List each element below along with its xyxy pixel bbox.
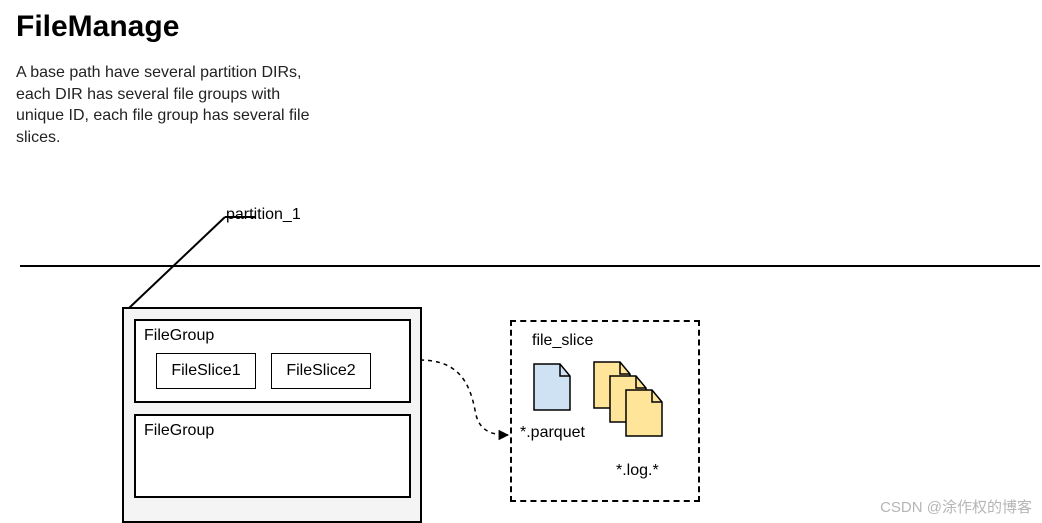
partition-container: FileGroup FileSlice1 FileSlice2 FileGrou…	[122, 307, 422, 523]
filegroup-label: FileGroup	[144, 327, 214, 345]
fileslice-box: FileSlice2	[271, 353, 371, 389]
diagram-title: FileManage	[16, 10, 179, 44]
log-label: *.log.*	[616, 462, 659, 480]
fileslice-detail-title: file_slice	[532, 332, 593, 350]
log-files-icon	[592, 360, 672, 440]
arrow-fileslice-to-detail	[420, 355, 520, 445]
filegroup-box: FileGroup	[134, 414, 411, 498]
parquet-file-icon	[532, 362, 572, 412]
filegroup-label: FileGroup	[144, 422, 214, 440]
diagram-description: A base path have several partition DIRs,…	[16, 62, 316, 148]
fileslice-detail-container: file_slice *.parquet *.log.*	[510, 320, 700, 502]
watermark-text: CSDN @涂作权的博客	[880, 496, 1032, 517]
fileslice-box: FileSlice1	[156, 353, 256, 389]
parquet-label: *.parquet	[520, 424, 585, 442]
horizontal-divider	[20, 265, 1040, 267]
partition-label: partition_1	[226, 206, 301, 224]
filegroup-box: FileGroup FileSlice1 FileSlice2	[134, 319, 411, 403]
